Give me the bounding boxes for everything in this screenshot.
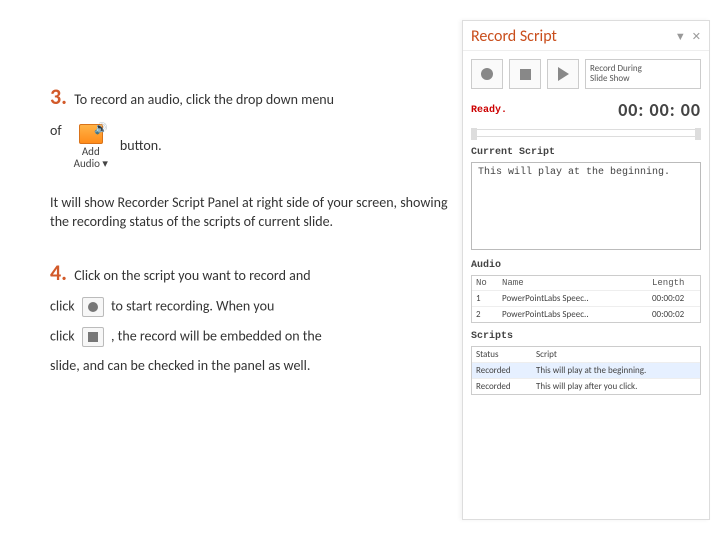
panel-toolbar: Record During Slide Show <box>463 51 709 97</box>
button-text: button. <box>120 137 162 156</box>
record-circle-icon <box>481 68 493 80</box>
timer-display: 00: 00: 00 <box>618 99 701 121</box>
current-script-box[interactable]: This will play at the beginning. <box>471 162 701 250</box>
audio-row[interactable]: 2 PowerPointLabs Speec.. 00:00:02 <box>472 307 700 322</box>
audio-table: No Name Length 1 PowerPointLabs Speec.. … <box>471 275 701 323</box>
step4-click-stop: click , the record will be embedded on t… <box>50 327 450 347</box>
scripts-header-script: Script <box>532 347 700 362</box>
audio-row-length: 00:00:02 <box>648 291 700 306</box>
step4-end: slide, and can be checked in the panel a… <box>50 357 450 376</box>
current-script-label: Current Script <box>463 145 709 160</box>
click1-post: to start recording. When you <box>111 298 274 315</box>
scripts-header-status: Status <box>472 347 532 362</box>
record-during-slideshow-button[interactable]: Record During Slide Show <box>585 59 701 89</box>
step4-line: 4. Click on the script you want to recor… <box>50 258 450 288</box>
status-row: Ready. 00: 00: 00 <box>463 97 709 127</box>
step3-line: 3. To record an audio, click the drop do… <box>50 82 450 112</box>
panel-close-icon[interactable]: ✕ <box>692 30 701 43</box>
stop-button[interactable] <box>509 59 541 89</box>
panel-header: Record Script ▼ ✕ <box>463 21 709 51</box>
record-button[interactable] <box>471 59 503 89</box>
step3-number: 3. <box>50 83 67 110</box>
scripts-row-script: This will play at the beginning. <box>532 363 700 378</box>
stop-square-icon <box>520 69 531 80</box>
audio-label: Audio <box>463 258 709 273</box>
audio-header-length: Length <box>648 276 700 290</box>
scripts-header-row: Status Script <box>472 347 700 363</box>
current-script-text: This will play at the beginning. <box>478 167 670 178</box>
audio-row-no: 2 <box>472 307 498 322</box>
click1-pre: click <box>50 298 75 315</box>
play-button[interactable] <box>547 59 579 89</box>
step4-number: 4. <box>50 259 67 286</box>
scripts-row-status: Recorded <box>472 363 532 378</box>
audio-header-no: No <box>472 276 498 290</box>
of-text: of <box>50 122 62 141</box>
stop-icon <box>82 327 104 347</box>
scripts-row[interactable]: Recorded This will play at the beginning… <box>472 363 700 379</box>
audio-row-length: 00:00:02 <box>648 307 700 322</box>
step3-text: To record an audio, click the drop down … <box>74 91 334 108</box>
audio-row[interactable]: 1 PowerPointLabs Speec.. 00:00:02 <box>472 291 700 307</box>
add-audio-button[interactable]: Add Audio ▾ <box>70 122 112 172</box>
scripts-label: Scripts <box>463 329 709 344</box>
step3-of-line: of Add Audio ▾ button. <box>50 122 450 172</box>
panel-title: Record Script <box>471 27 557 46</box>
audio-header-name: Name <box>498 276 648 290</box>
record-during-line2: Slide Show <box>590 74 696 84</box>
click2-post: , the record will be embedded on the <box>111 328 322 345</box>
scripts-table: Status Script Recorded This will play at… <box>471 346 701 395</box>
step4-text: Click on the script you want to record a… <box>74 267 310 284</box>
record-script-panel: Record Script ▼ ✕ Record During Slide Sh… <box>462 20 710 520</box>
panel-minimize-icon[interactable]: ▼ <box>675 30 686 43</box>
instructions-pane: 3. To record an audio, click the drop do… <box>50 82 450 386</box>
status-ready: Ready. <box>471 105 507 116</box>
play-triangle-icon <box>558 67 569 81</box>
step3-paragraph: It will show Recorder Script Panel at ri… <box>50 194 450 232</box>
audio-header-row: No Name Length <box>472 276 700 291</box>
add-audio-icon <box>79 124 103 144</box>
record-icon <box>82 297 104 317</box>
scripts-row[interactable]: Recorded This will play after you click. <box>472 379 700 394</box>
scripts-row-script: This will play after you click. <box>532 379 700 394</box>
audio-row-name: PowerPointLabs Speec.. <box>498 307 648 322</box>
step4-click-record: click to start recording. When you <box>50 297 450 317</box>
scripts-row-status: Recorded <box>472 379 532 394</box>
audio-row-name: PowerPointLabs Speec.. <box>498 291 648 306</box>
click2-pre: click <box>50 328 75 345</box>
add-audio-label-1: Add <box>82 146 100 158</box>
progress-bar[interactable] <box>471 129 701 137</box>
add-audio-label-2: Audio ▾ <box>74 158 108 170</box>
audio-row-no: 1 <box>472 291 498 306</box>
